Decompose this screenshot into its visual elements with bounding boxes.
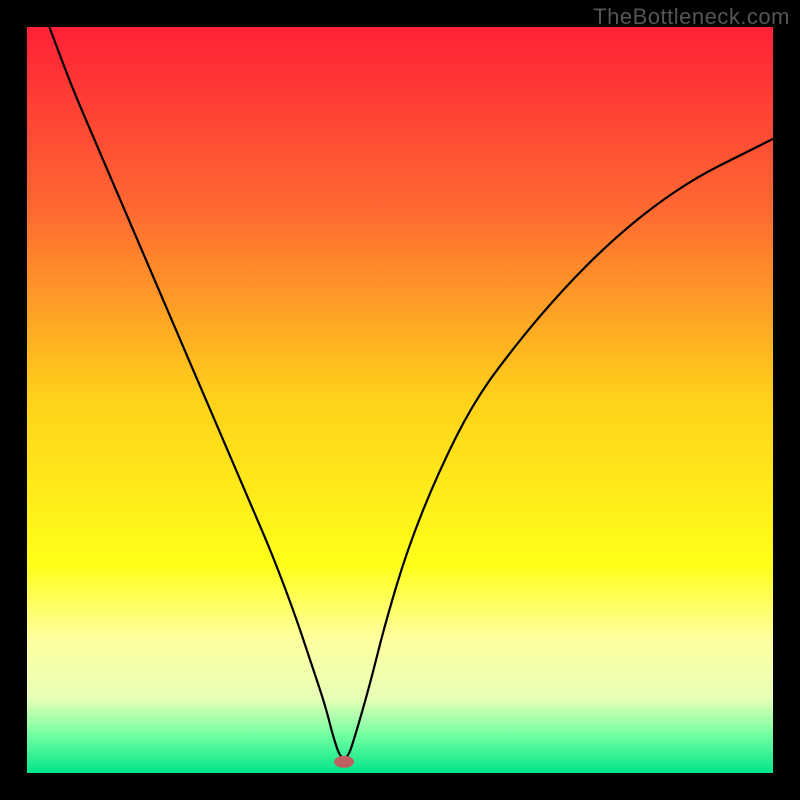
chart-background (27, 27, 773, 773)
chart-svg (27, 27, 773, 773)
optimal-point-marker (334, 756, 354, 768)
chart-plot-area (27, 27, 773, 773)
